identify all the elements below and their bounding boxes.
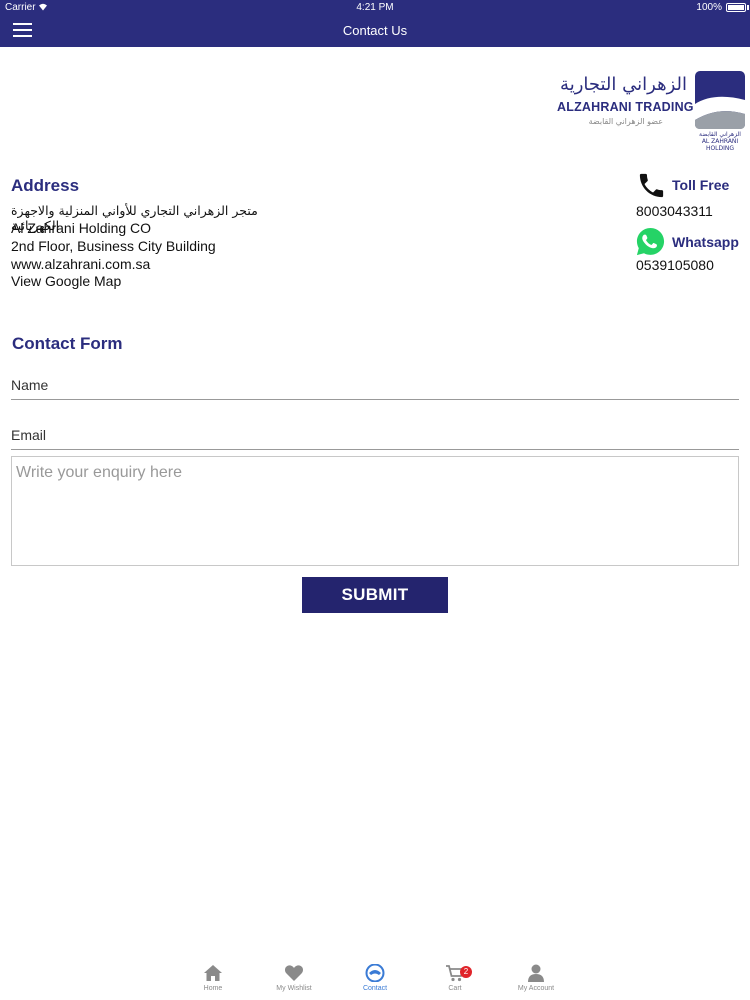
page-title: Contact Us — [342, 23, 408, 38]
address-heading: Address — [11, 176, 80, 195]
logo-english-name: ALZAHRANI TRADING — [557, 100, 694, 114]
battery-tip — [747, 5, 749, 10]
tab-account-label: My Account — [517, 985, 555, 992]
whatsapp-number[interactable]: 0539105080 — [636, 257, 714, 273]
company-logo: الزهراني التجارية ALZAHRANI TRADING عضو … — [555, 70, 747, 152]
tab-home[interactable]: Home — [178, 964, 248, 1000]
view-google-map-link[interactable]: View Google Map — [11, 273, 121, 289]
tab-wishlist-label: My Wishlist — [276, 985, 312, 992]
tab-account[interactable]: My Account — [501, 964, 571, 1000]
whatsapp-label: Whatsapp — [672, 234, 739, 250]
enquiry-textarea[interactable] — [12, 457, 738, 565]
logo-arabic-subtitle: عضو الزهراني القابضة — [588, 117, 663, 126]
phone-icon[interactable] — [636, 170, 667, 201]
email-field-container — [11, 420, 739, 450]
logo-arabic-name: الزهراني التجارية — [560, 74, 687, 95]
enquiry-field-container — [11, 456, 739, 566]
tab-cart[interactable]: 2 Cart — [420, 964, 490, 1000]
cart-badge: 2 — [460, 966, 472, 978]
tab-wishlist[interactable]: My Wishlist — [259, 964, 329, 1000]
tab-cart-label: Cart — [448, 985, 462, 992]
name-input[interactable] — [11, 370, 739, 399]
contact-form-heading: Contact Form — [12, 334, 123, 353]
nav-bar: Contact Us — [0, 15, 750, 47]
address-line-1: Al Zahrani Holding CO — [11, 220, 152, 236]
status-time: 4:21 PM — [356, 2, 394, 13]
submit-button[interactable]: SUBMIT — [302, 577, 448, 613]
email-input[interactable] — [11, 420, 739, 449]
tab-contact-label: Contact — [362, 985, 388, 992]
status-bar: Carrier 4:21 PM 100% — [0, 0, 750, 15]
bottom-tab-bar: Home My Wishlist Contact 2 Cart My Accou… — [0, 960, 750, 1000]
toll-free-label: Toll Free — [672, 177, 730, 193]
tab-contact[interactable]: Contact — [340, 964, 410, 1000]
tab-home-label: Home — [203, 985, 223, 992]
website-link[interactable]: www.alzahrani.com.sa — [11, 256, 150, 272]
whatsapp-icon[interactable] — [635, 226, 666, 257]
logo-mark-caption: الزهراني القابضة AL ZAHRANI HOLDING — [694, 131, 746, 152]
battery-icon — [726, 3, 746, 12]
battery-percent: 100% — [696, 2, 722, 13]
contact-icon — [365, 964, 385, 982]
toll-free-number[interactable]: 8003043311 — [636, 203, 713, 219]
logo-mark-caption-en: AL ZAHRANI HOLDING — [701, 138, 739, 152]
heart-icon — [284, 965, 304, 981]
address-line-2: 2nd Floor, Business City Building — [11, 238, 216, 254]
name-field-container — [11, 370, 739, 400]
home-icon — [204, 965, 222, 981]
user-icon — [528, 964, 544, 982]
logo-mark-icon — [695, 71, 745, 129]
logo-mark-caption-ar: الزهراني القابضة — [699, 131, 741, 138]
